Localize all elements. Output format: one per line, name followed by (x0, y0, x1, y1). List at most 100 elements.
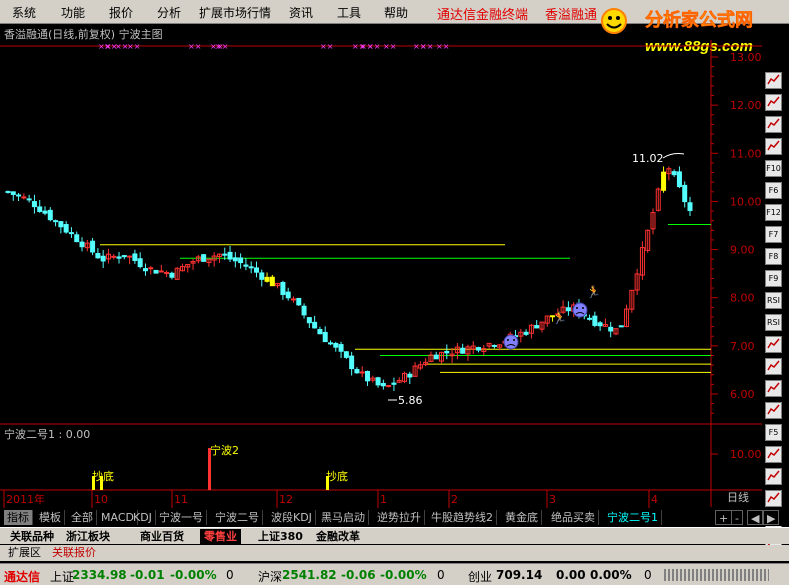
scroll-right-button[interactable]: ▶ (763, 510, 780, 525)
toolbar-button-3[interactable] (765, 116, 782, 133)
high-price-label: 11.02 (632, 152, 664, 165)
toolbar-button-19[interactable] (765, 468, 782, 485)
menu-system[interactable]: 系统 (12, 4, 36, 21)
low-price-label: 5.86 (398, 394, 423, 407)
candle-body (565, 307, 571, 312)
candle-body (322, 331, 328, 343)
candle-body (407, 373, 413, 378)
candle-body (5, 190, 11, 193)
candle-body (121, 255, 127, 258)
scroll-left-button[interactable]: ◀ (747, 510, 764, 525)
indicator-tab[interactable]: 黑马启动 (318, 510, 369, 525)
toolbar-button-17[interactable]: F5 (765, 424, 782, 441)
signal-mark: ×× (420, 42, 433, 51)
candle-body (682, 184, 688, 203)
candle-body (618, 325, 624, 328)
zoom-out-button[interactable]: - (731, 510, 743, 525)
menu-tools[interactable]: 工具 (337, 4, 361, 21)
candle-body (111, 255, 117, 258)
candle-body (290, 298, 296, 301)
sector-tab[interactable]: 上证380 (254, 529, 307, 544)
toolbar-button-label: F5 (768, 428, 779, 437)
menu-quote[interactable]: 报价 (109, 4, 133, 21)
candle-body (386, 385, 392, 388)
sector-tab[interactable]: 零售业 (200, 529, 241, 544)
candle-body (460, 347, 466, 354)
status-hs-label: 沪深 (258, 570, 283, 584)
toolbar-button-13[interactable] (765, 336, 782, 353)
date-tick-label: 12 (279, 493, 293, 506)
candle-body (238, 257, 244, 264)
candle-body (354, 368, 360, 374)
indicator-tab[interactable]: 模板 (36, 510, 65, 525)
toolbar-button-label: F7 (768, 230, 779, 239)
candle-body (687, 202, 693, 212)
toolbar-button-8[interactable]: F7 (765, 226, 782, 243)
sub-signal-label: 抄底 (326, 469, 348, 483)
toolbar-button-1[interactable] (765, 72, 782, 89)
signal-mark: ×× (320, 42, 333, 51)
toolbar-button-11[interactable]: RSI (765, 292, 782, 309)
status-sh-pct: -0.00% (170, 568, 217, 582)
toolbar-button-12[interactable]: RSI (765, 314, 782, 331)
tab-related-quote[interactable]: 关联报价 (48, 546, 100, 560)
candle-body (153, 269, 159, 274)
indicator-tab[interactable]: 绝品买卖 (548, 510, 599, 525)
indicator-tab[interactable]: 宁波二号1 (604, 510, 662, 525)
toolbar-button-7[interactable]: F12 (765, 204, 782, 221)
menu-help[interactable]: 帮助 (384, 4, 408, 21)
candle-body (227, 251, 233, 260)
price-tick-label: 12.00 (730, 99, 762, 112)
menu-analysis[interactable]: 分析 (157, 4, 181, 21)
tab-extension-area[interactable]: 扩展区 (4, 546, 45, 560)
indicator-tab[interactable]: 黄金底 (502, 510, 542, 525)
menu-news[interactable]: 资讯 (289, 4, 313, 21)
sector-tab[interactable]: 浙江板块 (62, 529, 114, 544)
price-chart[interactable]: 13.00 12.00 11.00 10.00 9.00 8.00 7.00 6.00 抄底 宁… (0, 40, 762, 510)
sub-axis-label: 10.00 (730, 448, 762, 461)
status-ticker-scroll (664, 569, 769, 581)
toolbar-button-9[interactable]: F8 (765, 248, 782, 265)
candle-body (21, 196, 27, 199)
sector-tab[interactable]: 关联品种 (6, 529, 58, 544)
sector-tabs: 关联品种 浙江板块 商业百货 零售业 上证380 金融改革 (0, 527, 789, 544)
toolbar-button-16[interactable] (765, 402, 782, 419)
toolbar-button-10[interactable]: F9 (765, 270, 782, 287)
indicator-tab[interactable]: KDJ (130, 510, 156, 525)
indicator-tab[interactable]: 指标 (4, 510, 33, 525)
indicator-tab[interactable]: 全部 (68, 510, 97, 525)
candle-body (47, 209, 53, 221)
toolbar-button-label (767, 492, 780, 506)
toolbar-button-2[interactable] (765, 94, 782, 111)
indicator-tab[interactable]: 逆势拉升 (374, 510, 425, 525)
candle-body (158, 270, 164, 273)
status-cy-value: 709.14 (496, 568, 543, 582)
sector-tab[interactable]: 金融改革 (312, 529, 364, 544)
menu-function[interactable]: 功能 (61, 4, 85, 21)
candle-body (380, 382, 386, 387)
indicator-tab[interactable]: 宁波二号 (212, 510, 263, 525)
date-tick-label: 1 (380, 493, 387, 506)
svg-text:🏃: 🏃 (586, 285, 601, 299)
status-sh-value: 2334.98 (72, 568, 127, 582)
indicator-tab[interactable]: 宁波一号 (156, 510, 207, 525)
toolbar-button-5[interactable]: F10 (765, 160, 782, 177)
candle-body (285, 291, 291, 299)
candle-body (53, 220, 59, 223)
zoom-in-button[interactable]: + (715, 510, 733, 525)
toolbar-button-6[interactable]: F6 (765, 182, 782, 199)
toolbar-button-15[interactable] (765, 380, 782, 397)
toolbar-button-label (767, 118, 780, 132)
indicator-tab[interactable]: 波段KDJ (268, 510, 316, 525)
menu-extended-market[interactable]: 扩展市场行情 (199, 4, 271, 21)
right-toolbar: F10 F6 F12 F7 F8 F9 RSI RSI F5 (762, 48, 789, 573)
candle-body (201, 254, 207, 262)
indicator-tab[interactable]: 牛股趋势线2 (428, 510, 497, 525)
toolbar-button-20[interactable] (765, 490, 782, 507)
toolbar-button-4[interactable] (765, 138, 782, 155)
candle-body (592, 315, 598, 326)
status-sh-vol: 0 (226, 568, 234, 582)
toolbar-button-14[interactable] (765, 358, 782, 375)
toolbar-button-18[interactable] (765, 446, 782, 463)
sector-tab[interactable]: 商业百货 (136, 529, 188, 544)
